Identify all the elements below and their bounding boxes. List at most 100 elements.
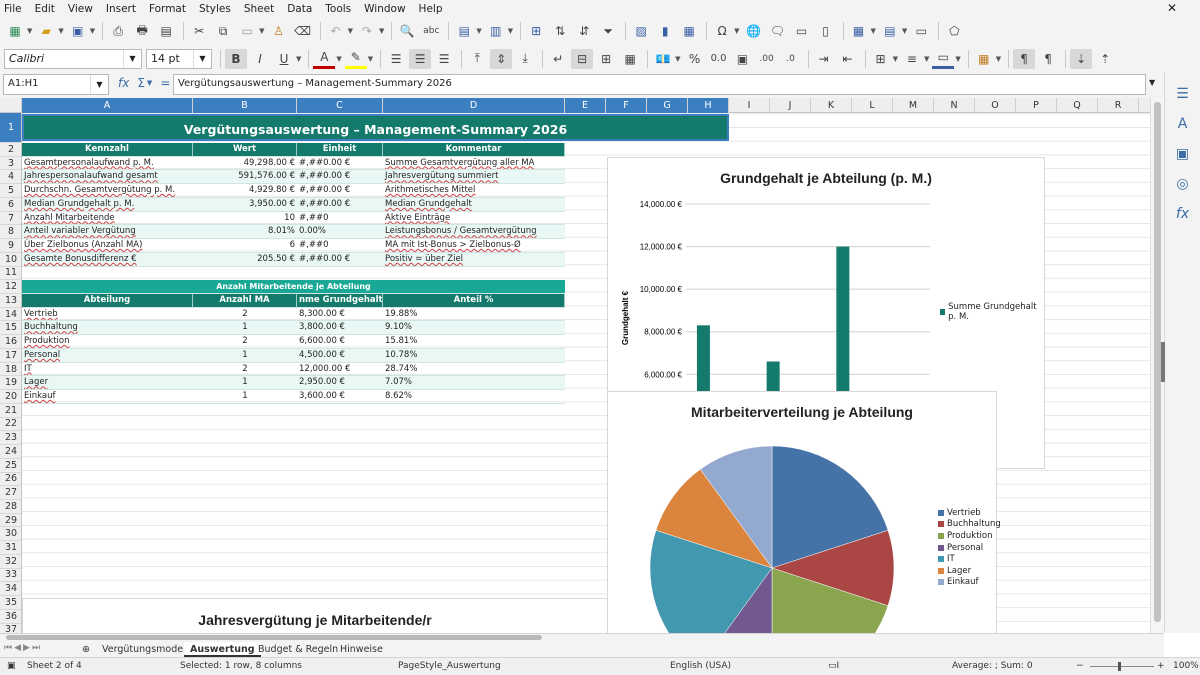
close-document-icon[interactable]: ✕ [1167,1,1177,15]
split-dropdown-icon[interactable]: ▼ [902,27,907,35]
shapes-icon[interactable]: ⬠ [943,21,965,41]
kpi-cell[interactable]: Anteil variabler Vergütung [22,225,193,240]
department-cell[interactable]: 12,000.00 € [297,363,383,377]
menu-file[interactable]: File [4,3,22,15]
menu-view[interactable]: View [68,3,93,15]
column-header[interactable]: D [383,98,565,113]
department-header-cell[interactable]: Abteilung [22,294,193,308]
menu-tools[interactable]: Tools [325,3,351,15]
department-cell[interactable]: 2 [193,363,297,377]
kpi-header-cell[interactable]: Einheit [297,143,383,157]
chevron-down-icon[interactable]: ▼ [123,49,141,68]
redo-dropdown-icon[interactable]: ▼ [379,27,384,35]
row-header[interactable]: 18 [0,363,21,377]
formula-input[interactable]: Vergütungsauswertung – Management-Summar… [173,74,1146,95]
column-header[interactable]: F [606,98,647,113]
select-all-corner[interactable] [0,98,22,113]
chevron-down-icon[interactable]: ▼ [193,49,211,68]
kpi-cell[interactable]: Durchschn. Gesamtvergütung p. M. [22,184,193,198]
column-header[interactable]: E [565,98,606,113]
row-header[interactable]: 24 [0,445,21,459]
employee-pie-chart[interactable]: Mitarbeiterverteilung je Abteilung Vertr… [607,391,1001,633]
sum-dropdown-icon[interactable]: ▼ [147,79,152,90]
row-header[interactable]: 4 [0,170,21,185]
vertical-text-rtl-icon[interactable]: ⇡ [1094,49,1116,69]
row-header[interactable]: 2 [0,143,21,157]
row-header[interactable]: 23 [0,431,21,446]
department-cell[interactable]: Buchhaltung [22,321,193,336]
column-header[interactable]: I [729,98,770,113]
kpi-cell[interactable]: Leistungsbonus / Gesamtvergütung [383,225,565,240]
column-header[interactable]: Q [1057,98,1098,113]
tab-budget-regeln[interactable]: Budget & Regeln [252,642,344,657]
department-header-cell[interactable]: Anzahl MA [193,294,297,308]
align-top-icon[interactable]: ⤒ [466,49,488,69]
column-header[interactable]: R [1098,98,1139,113]
new-dropdown-icon[interactable]: ▼ [27,27,32,35]
row-header[interactable]: 5 [0,184,21,198]
department-cell[interactable]: 3,800.00 € [297,321,383,336]
row-header[interactable]: 19 [0,376,21,391]
column-header[interactable]: G [647,98,688,113]
row-header[interactable]: 15 [0,321,21,336]
department-cell[interactable]: Vertrieb [22,308,193,322]
department-cell[interactable]: Produktion [22,335,193,349]
horizontal-scroll-thumb[interactable] [6,635,542,640]
print-preview-icon[interactable]: ▤ [155,21,177,41]
kpi-cell[interactable]: 3,950.00 € [193,197,297,212]
department-cell[interactable]: 19.88% [383,308,565,322]
font-name-combo[interactable]: Calibri ▼ [4,48,142,69]
split-window-icon[interactable]: ▤ [879,21,901,41]
row-header[interactable]: 21 [0,404,21,418]
row-header[interactable]: 36 [0,610,21,624]
define-print-area-icon[interactable]: ▯ [815,21,837,41]
italic-icon[interactable]: I [249,49,271,69]
kpi-cell[interactable]: #,##0 [297,239,383,253]
chevron-down-icon[interactable]: ▼ [90,75,108,94]
name-box[interactable]: A1:H1 ▼ [3,74,109,95]
headers-footers-icon[interactable]: ▭ [791,21,813,41]
kpi-cell[interactable]: #,##0 [297,212,383,226]
underline-icon[interactable]: U [273,49,295,69]
print-icon[interactable]: 🖶 [131,21,153,41]
paste-dropdown-icon[interactable]: ▼ [259,27,264,35]
row-header[interactable]: 1 [0,113,21,143]
sum-icon[interactable]: Σ [137,76,145,90]
paste-icon[interactable]: ▭ [236,21,258,41]
department-cell[interactable]: 2 [193,335,297,349]
zoom-slider-handle[interactable] [1118,662,1121,671]
document-modified-icon[interactable]: ▣ [7,661,16,671]
merge-center-icon[interactable]: ⊟ [571,48,594,69]
kpi-cell[interactable]: 591,576.00 € [193,170,297,185]
expand-formula-bar-icon[interactable]: ▼ [1149,78,1155,87]
department-cell[interactable]: 6,600.00 € [297,335,383,349]
increase-indent-icon[interactable]: ⇥ [813,49,835,69]
kpi-header-cell[interactable]: Wert [193,143,297,157]
font-color-dropdown-icon[interactable]: ▼ [336,55,341,63]
kpi-cell[interactable]: #,##0.00 € [297,157,383,171]
menu-edit[interactable]: Edit [35,3,55,15]
export-pdf-icon[interactable]: ⎙ [107,21,129,41]
department-header-cell[interactable]: Anteil % [383,294,565,308]
row-header[interactable]: 10 [0,253,21,267]
kpi-cell[interactable]: 49,298.00 € [193,157,297,171]
row-header[interactable]: 22 [0,418,21,432]
hyperlink-icon[interactable]: 🌐 [743,21,765,41]
number-format-icon[interactable]: 0.0 [708,49,730,69]
bold-icon[interactable]: B [225,48,247,69]
tab-hinweise[interactable]: Hinweise [334,642,389,657]
pivot-table-icon[interactable]: ▦ [678,21,700,41]
navigator-icon[interactable]: ◎ [1165,176,1200,192]
date-format-icon[interactable]: ▣ [732,49,754,69]
kpi-cell[interactable]: Jahrespersonalaufwand gesamt [22,170,193,185]
kpi-cell[interactable]: Anzahl Mitarbeitende [22,212,193,226]
kpi-cell[interactable]: 0.00% [297,225,383,240]
menu-window[interactable]: Window [364,3,405,15]
menu-help[interactable]: Help [419,3,443,15]
autofilter-icon[interactable]: ⊞ [525,21,547,41]
row-header[interactable]: 30 [0,527,21,542]
sort-descending-icon[interactable]: ⇵ [573,21,595,41]
row-header[interactable]: 26 [0,473,21,487]
text-direction-rtl-icon[interactable]: ¶ [1037,49,1059,69]
row-dropdown-icon[interactable]: ▼ [476,27,481,35]
